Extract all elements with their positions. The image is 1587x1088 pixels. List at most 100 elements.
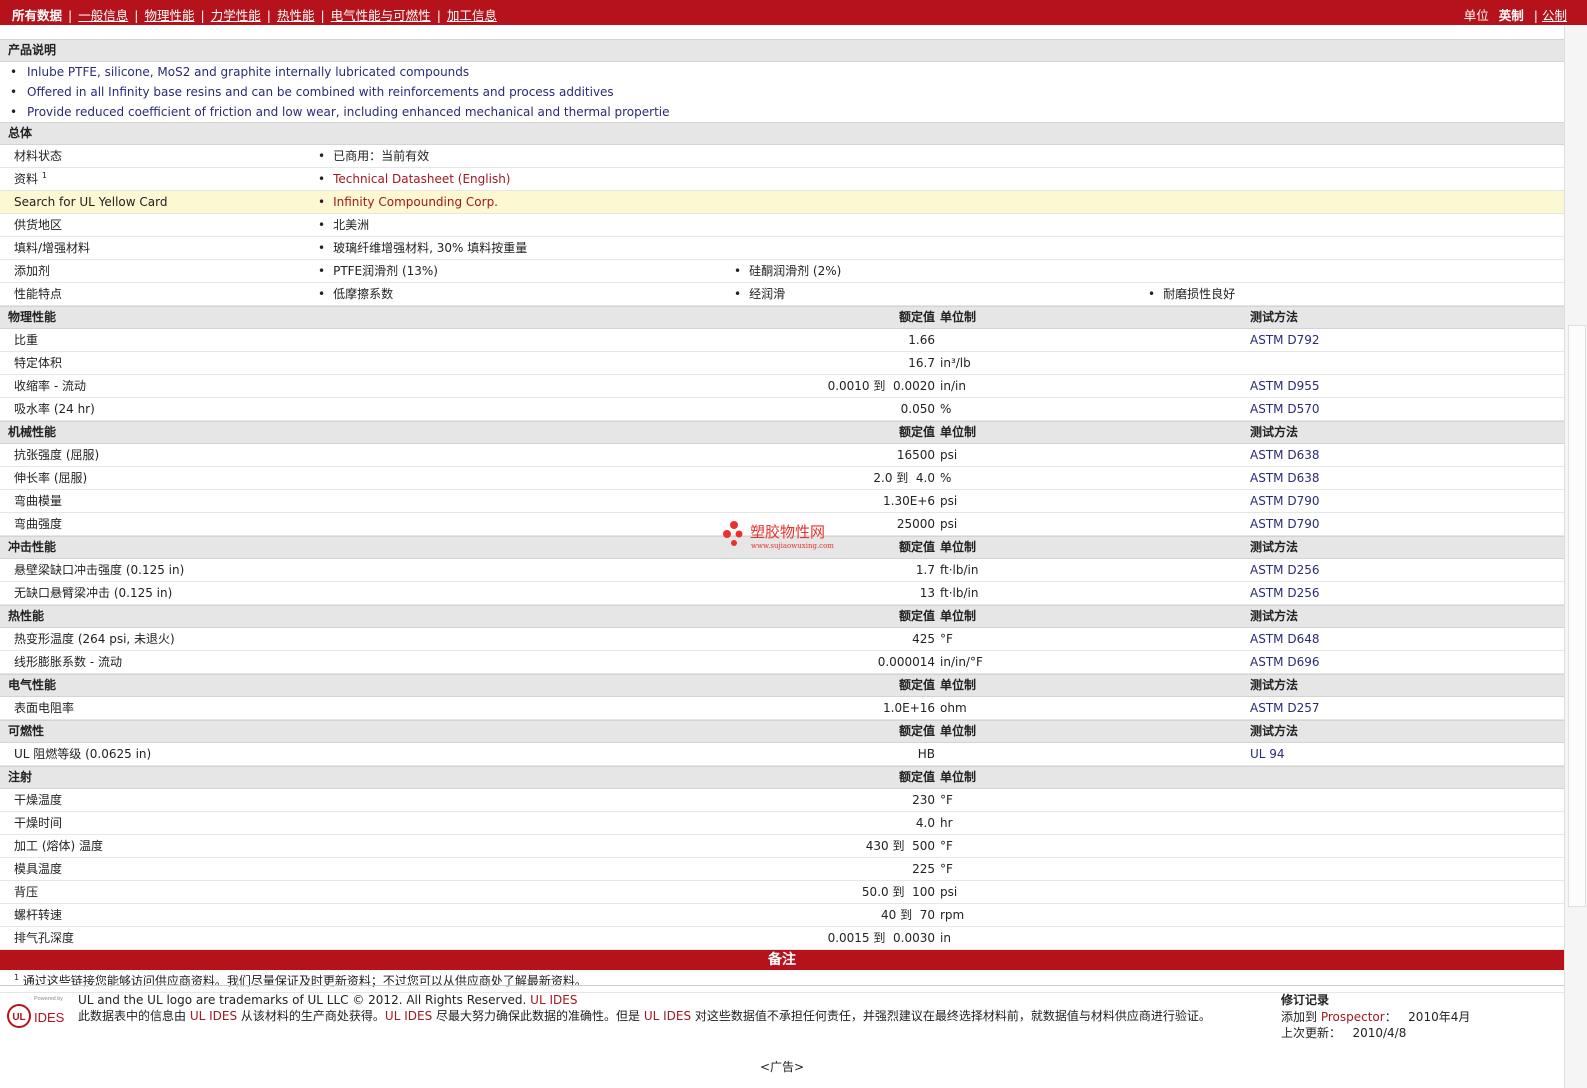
- unit-header: 单位制: [940, 724, 977, 738]
- property-label: 干燥温度: [14, 793, 63, 807]
- general-label-text: 添加剂: [14, 264, 51, 278]
- nav-separator: |: [200, 8, 205, 23]
- property-label: 表面电阻率: [14, 701, 75, 715]
- general-value: 硅酮润滑剂 (2%): [749, 264, 842, 278]
- nominal-header: 额定值: [898, 310, 935, 324]
- property-row: 伸长率 (屈服) 2.0 到 4.0% ASTM D638: [0, 467, 1564, 490]
- general-row-label: Search for UL Yellow Card: [14, 191, 167, 213]
- bullet-dot: •: [734, 264, 742, 278]
- general-row-label: 供货地区: [14, 214, 62, 236]
- revision-title: 修订记录: [1281, 993, 1330, 1007]
- method-header: 测试方法: [1250, 609, 1299, 623]
- product-bullet: • Inlube PTFE, silicone, MoS2 and graphit…: [0, 62, 1564, 82]
- property-value: 0.0010 到 0.0020: [827, 379, 935, 393]
- property-value: 4.0: [915, 816, 935, 830]
- property-label: 干燥时间: [14, 816, 63, 830]
- property-value: 1.0E+16: [883, 701, 935, 715]
- bullet-dot: •: [10, 105, 18, 119]
- bullet-dot: •: [318, 218, 326, 232]
- bullet-dot: •: [318, 172, 326, 186]
- property-value: 0.0015 到 0.0030: [827, 931, 935, 945]
- property-unit: °F: [940, 793, 953, 807]
- general-row: 供货地区 • 北美洲: [0, 214, 1564, 237]
- property-label: 抗张强度 (屈服): [14, 448, 100, 462]
- nominal-header: 额定值: [898, 724, 935, 738]
- property-value: HB: [917, 747, 935, 761]
- property-test-method: ASTM D638: [1250, 448, 1320, 462]
- vertical-scrollbar[interactable]: [1564, 25, 1587, 1088]
- general-table: 材料状态 • 已商用：当前有效 资料 1 • Technical Datasheet (E…: [0, 145, 1564, 306]
- bullet-dot: •: [318, 241, 326, 255]
- general-value-cell: • 已商用：当前有效: [318, 145, 429, 167]
- property-label: 弯曲模量: [14, 494, 63, 508]
- product-description-header: 产品说明: [0, 39, 1564, 62]
- general-value-cell: • PTFE润滑剂 (13%): [318, 260, 438, 282]
- electrical-title: 电气性能: [8, 678, 57, 692]
- general-row: 材料状态 • 已商用：当前有效: [0, 145, 1564, 168]
- scrollbar-thumb[interactable]: [1568, 325, 1586, 907]
- footer-disclaimer: UL and the UL logo are trademarks of UL …: [78, 992, 1258, 1024]
- general-value: 已商用：当前有效: [333, 149, 430, 163]
- thermal-header: 热性能 额定值 单位制 测试方法: [0, 605, 1564, 628]
- property-row: 无缺口悬臂梁冲击 (0.125 in) 13 ft·lb/in ASTM D256: [0, 582, 1564, 605]
- general-value: 玻璃纤维增强材料, 30% 填料按重量: [333, 241, 528, 255]
- property-label: 热变形温度 (264 psi, 未退火): [14, 632, 175, 646]
- bullet-dot: •: [734, 287, 742, 301]
- general-value-cell: • Technical Datasheet (English): [318, 168, 510, 190]
- product-description-list: • Inlube PTFE, silicone, MoS2 and graphit…: [0, 62, 1564, 122]
- property-value: 230: [912, 793, 935, 807]
- property-test-method: ASTM D955: [1250, 379, 1320, 393]
- nav-item-1[interactable]: 一般信息: [78, 5, 128, 24]
- general-value-cell: • 北美洲: [318, 214, 369, 236]
- impact-header: 冲击性能 额定值 单位制 测试方法: [0, 536, 1564, 559]
- nominal-header: 额定值: [898, 770, 935, 784]
- property-row: 加工 (熔体) 温度 430 到 500 °F: [0, 835, 1564, 858]
- property-row: 表面电阻率 1.0E+16 ohm ASTM D257: [0, 697, 1564, 720]
- ad-placeholder[interactable]: <广告>: [0, 1058, 1564, 1075]
- general-value: 北美洲: [333, 218, 370, 232]
- property-test-method: ASTM D696: [1250, 655, 1320, 669]
- product-bullet: • Offered in all Infinity base resins and…: [0, 82, 1564, 102]
- physical-title: 物理性能: [8, 310, 57, 324]
- property-value: 16500: [896, 448, 935, 462]
- nav-item-5[interactable]: 电气性能与可燃性: [331, 5, 431, 24]
- general-header: 总体: [0, 122, 1564, 145]
- property-value: 50.0 到 100: [861, 885, 935, 899]
- property-test-method: ASTM D256: [1250, 563, 1320, 577]
- property-label: 背压: [14, 885, 39, 899]
- nav-item-0[interactable]: 所有数据: [12, 5, 62, 24]
- nav-item-6[interactable]: 加工信息: [447, 5, 497, 24]
- property-sections: 物理性能 额定值 单位制 测试方法 比重 1.66 ASTM D792 特定体积 16.7 in³…: [0, 306, 1564, 950]
- ul-ides-link[interactable]: UL IDES: [530, 993, 577, 1007]
- general-value-link[interactable]: Technical Datasheet (English): [333, 172, 510, 186]
- bullet-dot: •: [318, 195, 326, 209]
- nav-item-4[interactable]: 热性能: [277, 5, 315, 24]
- unit-metric-link[interactable]: 公制: [1542, 8, 1567, 23]
- ul-ides-link-3[interactable]: UL IDES: [385, 1009, 432, 1023]
- general-value: 耐磨损性良好: [1163, 287, 1236, 301]
- footnote-marker: 1: [41, 171, 47, 180]
- product-bullet-text: Inlube PTFE, silicone, MoS2 and graphite…: [27, 65, 470, 79]
- unit-imperial-selected: 英制: [1498, 8, 1524, 23]
- electrical-header: 电气性能 额定值 单位制 测试方法: [0, 674, 1564, 697]
- product-bullet-text: Provide reduced coefficient of friction …: [27, 105, 670, 119]
- nav-item-2[interactable]: 物理性能: [144, 5, 194, 24]
- property-unit: in³/lb: [940, 356, 971, 370]
- method-header: 测试方法: [1250, 310, 1299, 324]
- property-value: 13: [919, 586, 935, 600]
- general-row-label: 性能特点: [14, 283, 62, 305]
- general-row-label: 材料状态: [14, 145, 62, 167]
- general-value-cell: • 低摩擦系数: [318, 283, 393, 305]
- footer-line-1: UL and the UL logo are trademarks of UL …: [78, 993, 578, 1007]
- general-row-label: 添加剂: [14, 260, 50, 282]
- property-unit: psi: [940, 885, 958, 899]
- property-unit: °F: [940, 862, 953, 876]
- ul-ides-link-2[interactable]: UL IDES: [190, 1009, 237, 1023]
- prospector-link[interactable]: Prospector: [1321, 1010, 1385, 1024]
- ul-ides-link-4[interactable]: UL IDES: [644, 1009, 691, 1023]
- bullet-dot: •: [10, 65, 18, 79]
- general-value-link[interactable]: Infinity Compounding Corp.: [333, 195, 498, 209]
- nav-item-3[interactable]: 力学性能: [211, 5, 261, 24]
- footnote-marker: 1: [14, 973, 20, 982]
- property-label: 收缩率 - 流动: [14, 379, 86, 393]
